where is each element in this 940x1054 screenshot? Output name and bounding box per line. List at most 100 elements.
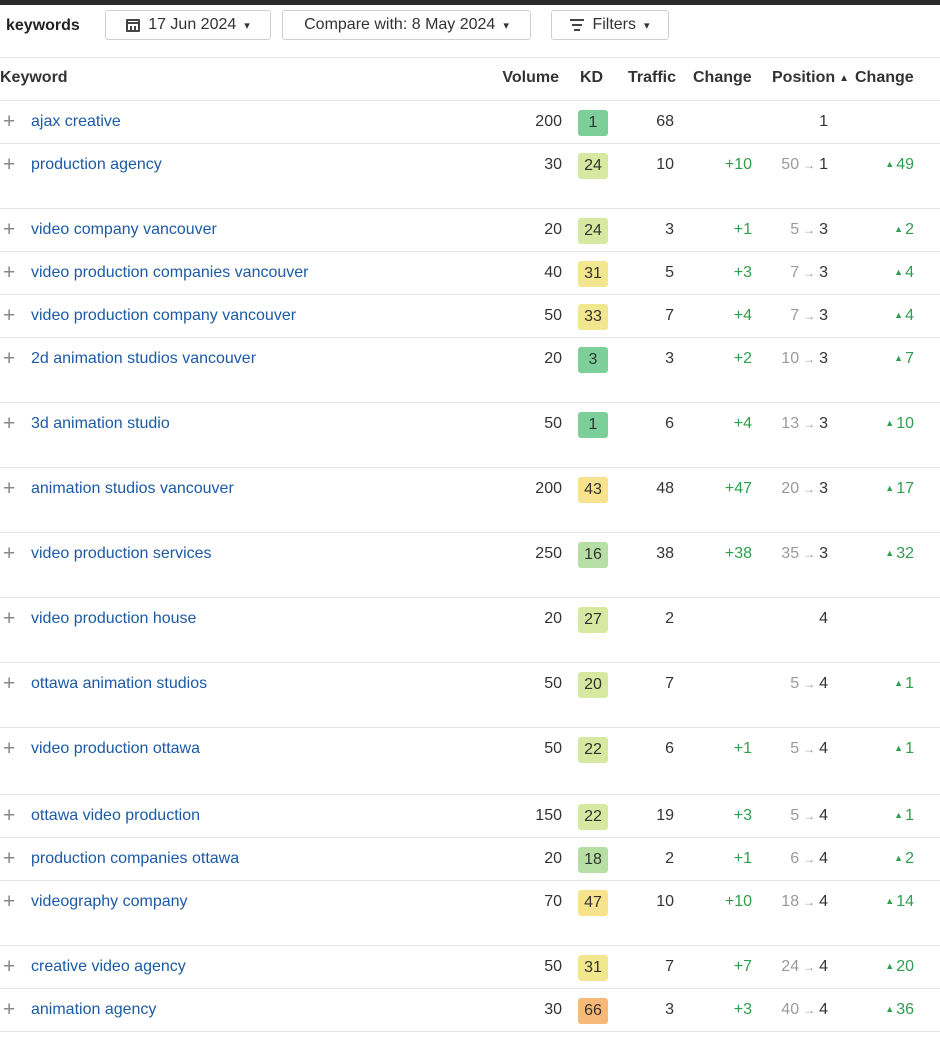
- arrow-right-icon: →: [803, 417, 816, 431]
- table-row: + ottawa video production 150 22 19 +3 5 → 4 ▲ 1: [0, 795, 940, 838]
- arrow-right-icon: →: [803, 158, 816, 172]
- arrow-right-icon: →: [803, 1003, 816, 1017]
- add-keyword-plus-icon[interactable]: +: [3, 542, 15, 566]
- traffic-value: 2: [665, 610, 674, 627]
- kd-badge: 47: [578, 890, 608, 916]
- traffic-value: 2: [665, 850, 674, 867]
- volume-value: 50: [544, 958, 562, 975]
- compare-date-button[interactable]: Compare with: 8 May 2024 ▾: [282, 10, 531, 40]
- position-cell: 5 → 4: [790, 675, 828, 693]
- current-position: 3: [819, 415, 828, 432]
- kd-badge: 24: [578, 218, 608, 244]
- toolbar: keywords 17 Jun 2024 ▾ Compare with: 8 M…: [0, 5, 940, 58]
- previous-position: 13: [781, 415, 800, 432]
- position-change-cell: ▲ 1: [894, 675, 914, 693]
- traffic-value: 68: [656, 113, 674, 130]
- table-row: +2d animation studios vancouver 20 3 3 +2 10 →…: [0, 338, 940, 403]
- keyword-link[interactable]: production agency: [31, 156, 162, 174]
- arrow-up-icon: ▲: [885, 548, 895, 558]
- keyword-link[interactable]: video production company vancouver: [31, 307, 296, 325]
- position-change-value: 4: [905, 264, 914, 281]
- add-keyword-plus-icon[interactable]: +: [3, 304, 15, 328]
- traffic-value: 10: [656, 156, 674, 173]
- position-cell: 1: [819, 113, 828, 131]
- column-header-position[interactable]: Position ▲: [772, 69, 849, 87]
- volume-value: 20: [544, 221, 562, 238]
- position-change-value: 32: [896, 545, 914, 562]
- traffic-value: 38: [656, 545, 674, 562]
- kd-badge: 20: [578, 672, 608, 698]
- add-keyword-plus-icon[interactable]: +: [3, 218, 15, 242]
- keyword-link[interactable]: ajax creative: [31, 113, 121, 131]
- add-keyword-plus-icon[interactable]: +: [3, 261, 15, 285]
- column-header-traffic[interactable]: Traffic: [628, 69, 676, 87]
- keyword-link[interactable]: 2d animation studios vancouver: [31, 350, 256, 368]
- position-cell: 7 → 3: [790, 307, 828, 325]
- add-keyword-plus-icon[interactable]: +: [3, 890, 15, 914]
- column-header-keyword[interactable]: Keyword: [0, 69, 68, 87]
- position-change-cell: ▲ 1: [894, 807, 914, 825]
- keyword-link[interactable]: video production ottawa: [31, 740, 200, 758]
- keyword-link[interactable]: creative video agency: [31, 958, 186, 976]
- position-change-value: 1: [905, 807, 914, 824]
- add-keyword-plus-icon[interactable]: +: [3, 412, 15, 436]
- arrow-right-icon: →: [803, 482, 816, 496]
- position-change-value: 2: [905, 221, 914, 238]
- keyword-link[interactable]: video production services: [31, 545, 212, 563]
- arrow-up-icon: ▲: [885, 159, 895, 169]
- table-header: Keyword Volume KD Traffic Change Positio…: [0, 57, 940, 101]
- add-keyword-plus-icon[interactable]: +: [3, 847, 15, 871]
- add-keyword-plus-icon[interactable]: +: [3, 607, 15, 631]
- position-change-value: 49: [896, 156, 914, 173]
- arrow-right-icon: →: [803, 742, 816, 756]
- position-cell: 18 → 4: [781, 893, 828, 911]
- column-header-volume[interactable]: Volume: [502, 69, 559, 87]
- add-keyword-plus-icon[interactable]: +: [3, 955, 15, 979]
- filters-label: Filters: [592, 16, 637, 33]
- keyword-link[interactable]: videography company: [31, 893, 188, 911]
- add-keyword-plus-icon[interactable]: +: [3, 737, 15, 761]
- table-row: + video production ottawa 50 22 6 +1 5 → 4 ▲ 1: [0, 728, 940, 795]
- keyword-link[interactable]: animation agency: [31, 1001, 156, 1019]
- keyword-link[interactable]: video company vancouver: [31, 221, 217, 239]
- current-position: 3: [819, 545, 828, 562]
- arrow-up-icon: ▲: [885, 418, 895, 428]
- position-change-cell: ▲ 49: [885, 156, 914, 174]
- current-position: 3: [819, 307, 828, 324]
- add-keyword-plus-icon[interactable]: +: [3, 110, 15, 134]
- previous-position: 5: [790, 675, 800, 692]
- position-change-cell: ▲ 4: [894, 307, 914, 325]
- kd-badge: 66: [578, 998, 608, 1024]
- volume-value: 20: [544, 850, 562, 867]
- current-position: 4: [819, 958, 828, 975]
- traffic-value: 3: [665, 350, 674, 367]
- filters-button[interactable]: Filters ▾: [551, 10, 669, 40]
- keyword-link[interactable]: video production house: [31, 610, 196, 628]
- column-header-change[interactable]: Change: [693, 69, 752, 87]
- keyword-link[interactable]: production companies ottawa: [31, 850, 239, 868]
- column-header-position-change[interactable]: Change: [855, 69, 914, 87]
- position-change-cell: ▲ 36: [885, 1001, 914, 1019]
- current-position: 3: [819, 221, 828, 238]
- date-picker-button[interactable]: 17 Jun 2024 ▾: [105, 10, 271, 40]
- traffic-value: 7: [665, 958, 674, 975]
- add-keyword-plus-icon[interactable]: +: [3, 477, 15, 501]
- position-cell: 13 → 3: [781, 415, 828, 433]
- keyword-link[interactable]: ottawa animation studios: [31, 675, 207, 693]
- add-keyword-plus-icon[interactable]: +: [3, 672, 15, 696]
- traffic-value: 3: [665, 1001, 674, 1018]
- position-change-cell: ▲ 2: [894, 850, 914, 868]
- keyword-link[interactable]: video production companies vancouver: [31, 264, 309, 282]
- kd-badge: 31: [578, 955, 608, 981]
- add-keyword-plus-icon[interactable]: +: [3, 804, 15, 828]
- add-keyword-plus-icon[interactable]: +: [3, 998, 15, 1022]
- keyword-link[interactable]: animation studios vancouver: [31, 480, 234, 498]
- position-cell: 7 → 3: [790, 264, 828, 282]
- keyword-link[interactable]: 3d animation studio: [31, 415, 170, 433]
- add-keyword-plus-icon[interactable]: +: [3, 153, 15, 177]
- column-header-kd[interactable]: KD: [580, 69, 603, 87]
- add-keyword-plus-icon[interactable]: +: [3, 347, 15, 371]
- kd-badge: 27: [578, 607, 608, 633]
- keyword-link[interactable]: ottawa video production: [31, 807, 200, 825]
- arrow-right-icon: →: [803, 352, 816, 366]
